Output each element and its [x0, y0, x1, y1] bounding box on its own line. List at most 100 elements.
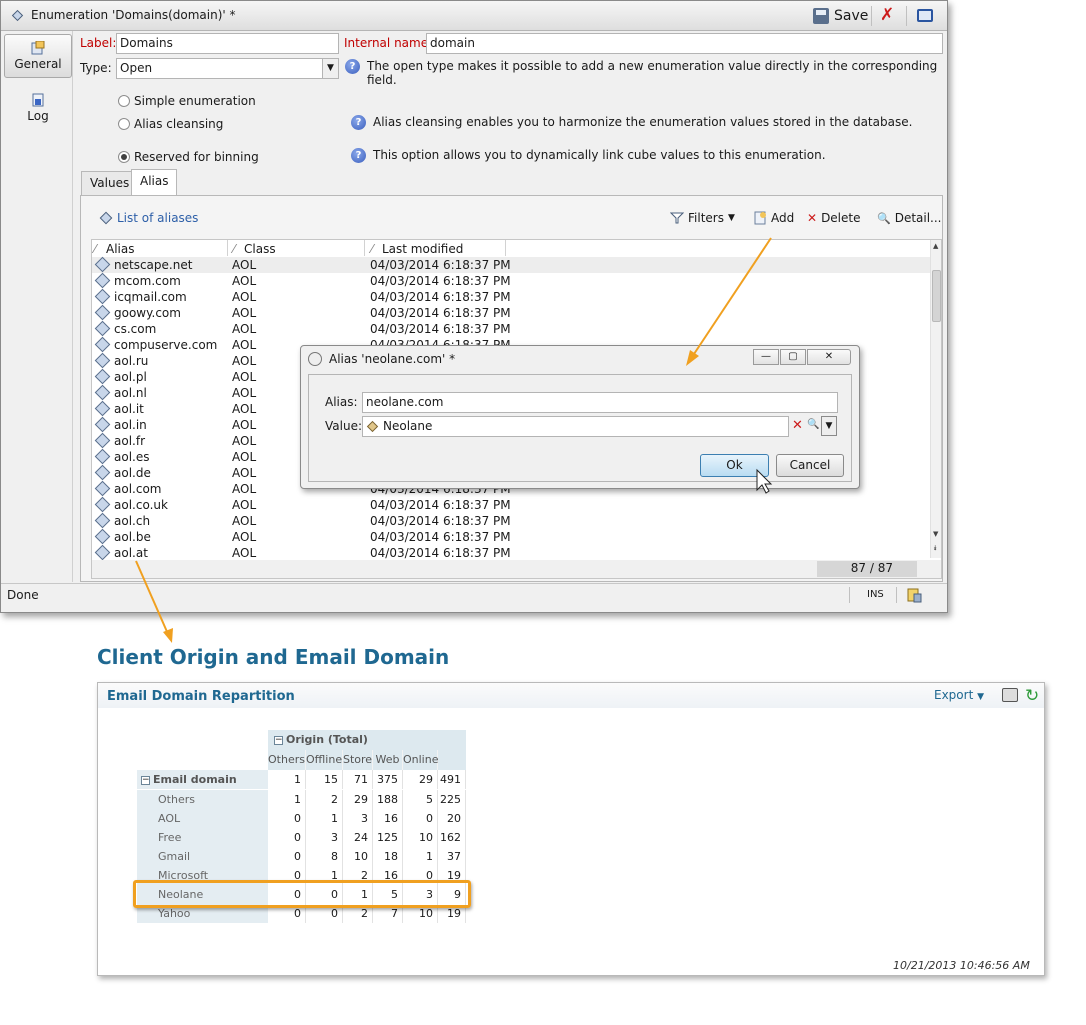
- export-button[interactable]: Export ▼: [934, 688, 984, 702]
- add-button[interactable]: Add: [753, 211, 794, 225]
- grid-footer: 87 / 87: [92, 560, 941, 578]
- list-of-aliases-link[interactable]: List of aliases: [99, 211, 198, 225]
- magnifier-icon: 🔍: [877, 211, 891, 225]
- pivot-row-label: AOL: [137, 809, 268, 828]
- scroll-down-icon[interactable]: ▼: [933, 530, 938, 538]
- table-row[interactable]: cs.com AOL 04/03/2014 6:18:37 PM: [92, 320, 930, 337]
- cell-alias: aol.de: [114, 466, 151, 480]
- radio-simple-enumeration[interactable]: [118, 95, 130, 107]
- cell-class: AOL: [232, 354, 257, 368]
- tab-values[interactable]: Values: [81, 171, 139, 195]
- magnifier-icon[interactable]: 🔍: [807, 419, 819, 430]
- col-class[interactable]: Class: [244, 242, 276, 256]
- save-label: Save: [834, 8, 869, 24]
- table-row[interactable]: aol.at AOL 04/03/2014 6:18:37 PM: [92, 544, 930, 561]
- column-separator: [227, 240, 228, 256]
- alias-icon: [94, 416, 111, 433]
- value-caption: Value:: [325, 419, 362, 433]
- cell-alias: aol.fr: [114, 434, 146, 448]
- pivot-cell: 1: [403, 847, 438, 866]
- left-navigation: General Log: [1, 31, 73, 582]
- table-row[interactable]: aol.be AOL 04/03/2014 6:18:37 PM: [92, 528, 930, 545]
- nav-log[interactable]: Log: [4, 87, 72, 131]
- pivot-cell: 225: [438, 790, 466, 809]
- collapse-icon[interactable]: −: [274, 735, 283, 745]
- vertical-scrollbar[interactable]: ▲ ▼ ⯯: [930, 240, 941, 558]
- radio-reserved-binning[interactable]: [118, 151, 130, 163]
- pivot-cell: 2: [306, 790, 343, 809]
- scroll-end-icon[interactable]: ⯯: [933, 544, 937, 553]
- nav-log-label: Log: [27, 109, 49, 123]
- sort-icon: ⁄: [233, 242, 236, 256]
- arrowhead: [163, 628, 173, 643]
- alias-icon: [94, 400, 111, 417]
- grid-header: ⁄ Alias ⁄ Class ⁄ Last modified: [92, 240, 930, 257]
- table-row[interactable]: aol.co.uk AOL 04/03/2014 6:18:37 PM: [92, 496, 930, 513]
- radio-alias-cleansing[interactable]: [118, 118, 130, 130]
- chevron-down-icon[interactable]: ▼: [821, 416, 837, 436]
- alias-caption: Alias:: [325, 395, 358, 409]
- tab-alias[interactable]: Alias: [131, 169, 178, 195]
- help-icon: ?: [351, 115, 366, 130]
- card-header: Email Domain Repartition Export ▼ ↻: [98, 683, 1044, 708]
- close-icon[interactable]: ✕: [807, 349, 851, 365]
- ok-button[interactable]: Ok: [700, 454, 769, 477]
- table-row[interactable]: aol.ch AOL 04/03/2014 6:18:37 PM: [92, 512, 930, 529]
- scroll-up-icon[interactable]: ▲: [933, 242, 938, 250]
- column-separator: [364, 240, 365, 256]
- scroll-thumb[interactable]: [932, 270, 941, 322]
- save-button[interactable]: Save: [809, 5, 872, 27]
- pivot-cell: 16: [373, 809, 403, 828]
- cell-alias: netscape.net: [114, 258, 193, 272]
- col-alias[interactable]: Alias: [106, 242, 134, 256]
- title-bar: Enumeration 'Domains(domain)' * Save ✗: [1, 1, 947, 31]
- alias-dialog: Alias 'neolane.com' * — ▢ ✕ Alias: neola…: [300, 345, 860, 489]
- cell-class: AOL: [232, 258, 257, 272]
- minimize-icon[interactable]: —: [753, 349, 779, 365]
- enumeration-icon: [11, 9, 24, 22]
- filters-button[interactable]: Filters ▼: [670, 211, 735, 225]
- cell-class: AOL: [232, 386, 257, 400]
- table-row[interactable]: mcom.com AOL 04/03/2014 6:18:37 PM: [92, 272, 930, 289]
- cancel-button[interactable]: Cancel: [776, 454, 844, 477]
- alias-icon: [94, 448, 111, 465]
- cell-alias: aol.ch: [114, 514, 151, 528]
- print-icon[interactable]: [1002, 688, 1018, 702]
- cell-last-modified: 04/03/2014 6:18:37 PM: [370, 274, 511, 288]
- pivot-cell: 1: [268, 770, 306, 789]
- table-row[interactable]: goowy.com AOL 04/03/2014 6:18:37 PM: [92, 304, 930, 321]
- radio-binning-label: Reserved for binning: [134, 150, 259, 164]
- alias-icon: [94, 288, 111, 305]
- restore-window-icon[interactable]: [917, 9, 933, 22]
- pivot-cell: 10: [403, 828, 438, 847]
- collapse-icon[interactable]: −: [141, 775, 150, 785]
- pivot-cell: 18: [373, 847, 403, 866]
- delete-button[interactable]: ✕ Delete: [807, 211, 861, 225]
- neolane-highlight-box: [133, 880, 471, 908]
- cell-alias: icqmail.com: [114, 290, 187, 304]
- value-input[interactable]: Neolane: [362, 416, 789, 437]
- nav-general[interactable]: General: [4, 34, 72, 78]
- detail-button[interactable]: 🔍 Detail...: [877, 211, 942, 225]
- cell-alias: cs.com: [114, 322, 157, 336]
- close-icon[interactable]: ✗: [880, 5, 894, 25]
- radio-alias-label: Alias cleansing: [134, 117, 224, 131]
- cell-last-modified: 04/03/2014 6:18:37 PM: [370, 530, 511, 544]
- table-row[interactable]: netscape.net AOL 04/03/2014 6:18:37 PM: [92, 256, 930, 273]
- cell-last-modified: 04/03/2014 6:18:37 PM: [370, 290, 511, 304]
- type-select[interactable]: Open ▼: [116, 58, 339, 79]
- pivot-cell: 8: [306, 847, 343, 866]
- cell-class: AOL: [232, 450, 257, 464]
- maximize-icon[interactable]: ▢: [780, 349, 806, 365]
- alias-input[interactable]: neolane.com: [362, 392, 838, 413]
- col-last-modified[interactable]: Last modified: [382, 242, 463, 256]
- alias-icon: [94, 544, 111, 561]
- label-field[interactable]: Domains: [116, 33, 339, 54]
- table-row[interactable]: icqmail.com AOL 04/03/2014 6:18:37 PM: [92, 288, 930, 305]
- internal-name-caption: Internal name:: [344, 36, 433, 50]
- chevron-down-icon[interactable]: ▼: [322, 59, 338, 78]
- clear-icon[interactable]: ✕: [792, 418, 803, 433]
- internal-name-field[interactable]: domain: [426, 33, 943, 54]
- refresh-icon[interactable]: ↻: [1025, 686, 1039, 706]
- alias-icon: [94, 320, 111, 337]
